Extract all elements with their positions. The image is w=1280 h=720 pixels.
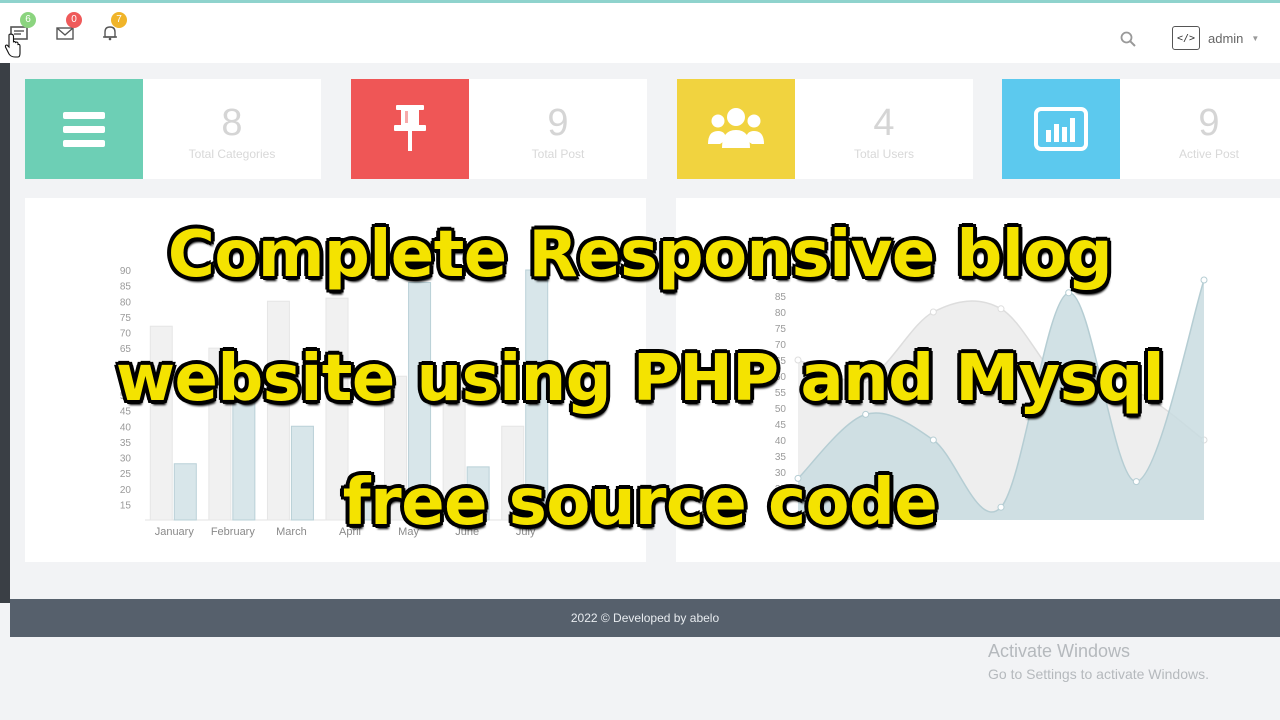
stat-icon-box (351, 79, 469, 179)
stat-body: 8 Total Categories (143, 79, 321, 179)
activation-subtitle: Go to Settings to activate Windows. (988, 666, 1209, 682)
activation-title: Activate Windows (988, 641, 1131, 661)
overlay-line-2: website using PHP and Mysql (115, 342, 1165, 416)
user-name: admin (1208, 30, 1244, 46)
stat-value: 4 (873, 102, 895, 144)
stat-icon-box (677, 79, 795, 179)
stat-body: 4 Total Users (795, 79, 973, 179)
footer: 2022 © Developed by abelo (10, 599, 1280, 637)
notifications-badge: 7 (111, 12, 127, 28)
stat-card-active-posts[interactable]: 9 Active Post (1002, 79, 1280, 179)
top-navbar: 6 0 7 </> admin ▼ (0, 3, 1280, 63)
stat-icon-box (1002, 79, 1120, 179)
notifications-nav-button[interactable]: 7 (101, 12, 127, 45)
stat-value: 9 (1198, 102, 1220, 144)
messages-badge: 6 (20, 12, 36, 28)
windows-activation-notice: Activate Windows Go to Settings to activ… (988, 640, 1209, 684)
mail-nav-button[interactable]: 0 (56, 12, 82, 45)
stat-label: Total Users (853, 147, 915, 161)
stat-body: 9 Active Post (1120, 79, 1280, 179)
mouse-cursor-icon (4, 33, 21, 58)
stat-icon-box (25, 79, 143, 179)
stat-label: Active Post (1178, 147, 1240, 161)
stat-card-users[interactable]: 4 Total Users (677, 79, 973, 179)
users-icon (708, 108, 764, 148)
overlay-line-3: free source code (342, 466, 938, 540)
menu-icon (63, 112, 105, 147)
code-icon: </> (1172, 26, 1200, 50)
user-menu[interactable]: </> admin ▼ (1172, 25, 1259, 51)
pin-icon (394, 105, 426, 151)
chevron-down-icon: ▼ (1251, 33, 1260, 43)
stat-label: Total Categories (188, 147, 276, 161)
video-overlay-title: Complete Responsive blog website using P… (0, 190, 1280, 568)
stat-value: 9 (547, 102, 569, 144)
bar-chart-icon (1034, 107, 1088, 151)
stat-card-posts[interactable]: 9 Total Post (351, 79, 647, 179)
stat-card-categories[interactable]: 8 Total Categories (25, 79, 321, 179)
stat-value: 8 (221, 102, 243, 144)
overlay-line-1: Complete Responsive blog (167, 218, 1113, 292)
mail-badge: 0 (66, 12, 82, 28)
search-icon[interactable] (1119, 30, 1137, 48)
stat-body: 9 Total Post (469, 79, 647, 179)
stat-label: Total Post (531, 147, 585, 161)
